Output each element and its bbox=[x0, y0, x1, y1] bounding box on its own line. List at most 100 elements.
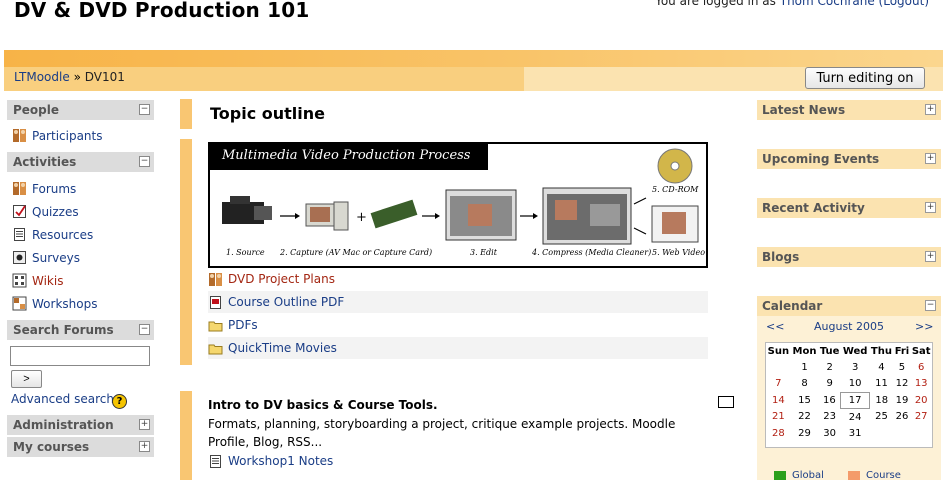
calendar-day-cell[interactable]: 3 bbox=[841, 359, 869, 376]
breadcrumb-home[interactable]: LTMoodle bbox=[14, 70, 70, 84]
calendar-day-cell[interactable]: 5 bbox=[894, 359, 911, 376]
global-legend-label: Global bbox=[792, 470, 824, 480]
calendar-day-cell[interactable]: 20 bbox=[910, 392, 932, 409]
surveys-label: Surveys bbox=[32, 250, 80, 265]
course-legend-label: Course bbox=[866, 470, 901, 480]
forum-icon bbox=[12, 181, 27, 196]
calendar-day-cell[interactable]: 24 bbox=[841, 409, 869, 426]
advanced-search-link[interactable]: Advanced search bbox=[11, 392, 114, 406]
activities-block-header: Activities − bbox=[7, 152, 154, 172]
search-go-button[interactable]: > bbox=[11, 370, 42, 388]
next-month-link[interactable]: >> bbox=[915, 320, 933, 333]
expand-my-courses-button[interactable]: + bbox=[139, 441, 150, 452]
calendar-day-cell[interactable]: 29 bbox=[791, 425, 819, 442]
calendar-day-cell[interactable]: 22 bbox=[791, 409, 819, 426]
calendar-day-cell[interactable]: 17 bbox=[840, 391, 870, 409]
calendar-day-cell[interactable]: 14 bbox=[766, 392, 791, 409]
calendar-day-cell[interactable]: 26 bbox=[894, 409, 911, 426]
calendar-day-cell[interactable]: 2 bbox=[818, 359, 841, 376]
quiz-icon bbox=[12, 204, 27, 219]
sidebar-item-forums[interactable]: Forums bbox=[12, 181, 76, 196]
header-band bbox=[4, 50, 943, 67]
calendar-day-cell[interactable]: 19 bbox=[894, 392, 911, 409]
collapse-people-button[interactable]: − bbox=[139, 104, 150, 115]
calendar-day-cell[interactable]: 8 bbox=[791, 376, 819, 393]
course-color-swatch bbox=[848, 470, 860, 480]
course-outline-pdf-link[interactable]: Course Outline PDF bbox=[228, 295, 344, 309]
step-compress: 4. Compress (Media Cleaner) bbox=[532, 248, 652, 257]
resource-icon bbox=[12, 227, 27, 242]
administration-title: Administration bbox=[13, 418, 114, 432]
calendar-month-link[interactable]: August 2005 bbox=[814, 320, 884, 333]
expand-recent-activity-button[interactable]: + bbox=[925, 202, 936, 213]
topic-outline-heading: Topic outline bbox=[210, 104, 326, 123]
calendar-day-cell[interactable]: 23 bbox=[818, 409, 841, 426]
section-gutter bbox=[180, 99, 192, 129]
calendar-day-cell[interactable]: 9 bbox=[818, 376, 841, 393]
collapse-activities-button[interactable]: − bbox=[139, 156, 150, 167]
global-color-swatch bbox=[774, 470, 786, 480]
calendar-day-header: Tue bbox=[819, 345, 840, 357]
resource-row: PDFs bbox=[208, 314, 708, 336]
expand-upcoming-events-button[interactable]: + bbox=[925, 153, 936, 164]
calendar-day-cell[interactable]: 28 bbox=[766, 425, 791, 442]
expand-administration-button[interactable]: + bbox=[139, 419, 150, 430]
participants-label: Participants bbox=[32, 128, 103, 143]
plus-sign: + bbox=[356, 210, 367, 225]
calendar-day-cell[interactable]: 27 bbox=[910, 409, 932, 426]
calendar-day-cell[interactable]: 21 bbox=[766, 409, 791, 426]
calendar-nav: << August 2005 >> bbox=[757, 319, 941, 335]
calendar-day-cell[interactable]: 4 bbox=[869, 359, 893, 376]
logout-link[interactable]: (Logout) bbox=[879, 0, 929, 8]
calendar-day-cell[interactable]: 13 bbox=[910, 376, 932, 393]
login-info: You are logged in as Thom Cochrane (Logo… bbox=[655, 0, 929, 8]
sidebar-item-participants[interactable]: Participants bbox=[12, 128, 103, 143]
calendar-day-cell[interactable]: 12 bbox=[894, 376, 911, 393]
calendar-day-cell[interactable]: 10 bbox=[841, 376, 869, 393]
sidebar-item-quizzes[interactable]: Quizzes bbox=[12, 204, 79, 219]
quicktime-movies-folder-link[interactable]: QuickTime Movies bbox=[228, 341, 337, 355]
search-forums-block-header: Search Forums − bbox=[7, 320, 154, 340]
participants-icon bbox=[12, 128, 27, 143]
expand-blogs-button[interactable]: + bbox=[925, 251, 936, 262]
help-icon[interactable]: ? bbox=[112, 394, 127, 409]
collapse-search-button[interactable]: − bbox=[139, 324, 150, 335]
survey-icon bbox=[12, 250, 27, 265]
calendar-day-cell[interactable]: 1 bbox=[791, 359, 819, 376]
calendar-day-cell[interactable]: 15 bbox=[791, 392, 819, 409]
site-title: DV & DVD Production 101 bbox=[14, 0, 310, 22]
resource-icon bbox=[208, 454, 223, 469]
breadcrumb-separator: » bbox=[73, 70, 81, 84]
dvd-project-plans-link[interactable]: DVD Project Plans bbox=[228, 272, 335, 286]
latest-news-block-header: Latest News + bbox=[757, 100, 941, 120]
sidebar-item-resources[interactable]: Resources bbox=[12, 227, 93, 242]
calendar-day-cell[interactable]: 31 bbox=[841, 425, 869, 442]
collapse-calendar-button[interactable]: − bbox=[925, 300, 936, 311]
highlight-toggle[interactable] bbox=[718, 396, 734, 408]
calendar-day-cell[interactable]: 18 bbox=[869, 392, 893, 409]
user-name-link[interactable]: Thom Cochrane bbox=[780, 0, 875, 8]
expand-latest-news-button[interactable]: + bbox=[925, 104, 936, 115]
calendar-day-cell[interactable]: 25 bbox=[869, 409, 893, 426]
recent-activity-title: Recent Activity bbox=[762, 201, 865, 215]
section-2-title: Intro to DV basics & Course Tools. bbox=[208, 398, 438, 412]
calendar-day-header: Thu bbox=[870, 345, 892, 357]
pdfs-folder-link[interactable]: PDFs bbox=[228, 318, 258, 332]
calendar-day-cell[interactable]: 7 bbox=[766, 376, 791, 393]
previous-month-link[interactable]: << bbox=[766, 320, 784, 333]
calendar-day-cell[interactable]: 16 bbox=[818, 392, 841, 409]
calendar-day-cell[interactable]: 11 bbox=[869, 376, 893, 393]
sidebar-item-workshops[interactable]: Workshops bbox=[12, 296, 97, 311]
sidebar-item-surveys[interactable]: Surveys bbox=[12, 250, 80, 265]
legend-global[interactable]: Global bbox=[774, 470, 824, 480]
my-courses-title: My courses bbox=[13, 440, 90, 454]
workshop1-notes-link[interactable]: Workshop1 Notes bbox=[228, 454, 333, 468]
calendar-day-cell[interactable]: 30 bbox=[818, 425, 841, 442]
sidebar-item-wikis[interactable]: Wikis bbox=[12, 273, 63, 288]
calendar-day-cell[interactable]: 6 bbox=[910, 359, 932, 376]
turn-editing-on-button[interactable]: Turn editing on bbox=[805, 67, 925, 89]
search-forums-input[interactable] bbox=[10, 346, 150, 366]
legend-course[interactable]: Course bbox=[848, 470, 901, 480]
folder-icon bbox=[208, 341, 223, 356]
step-source: 1. Source bbox=[226, 248, 265, 257]
